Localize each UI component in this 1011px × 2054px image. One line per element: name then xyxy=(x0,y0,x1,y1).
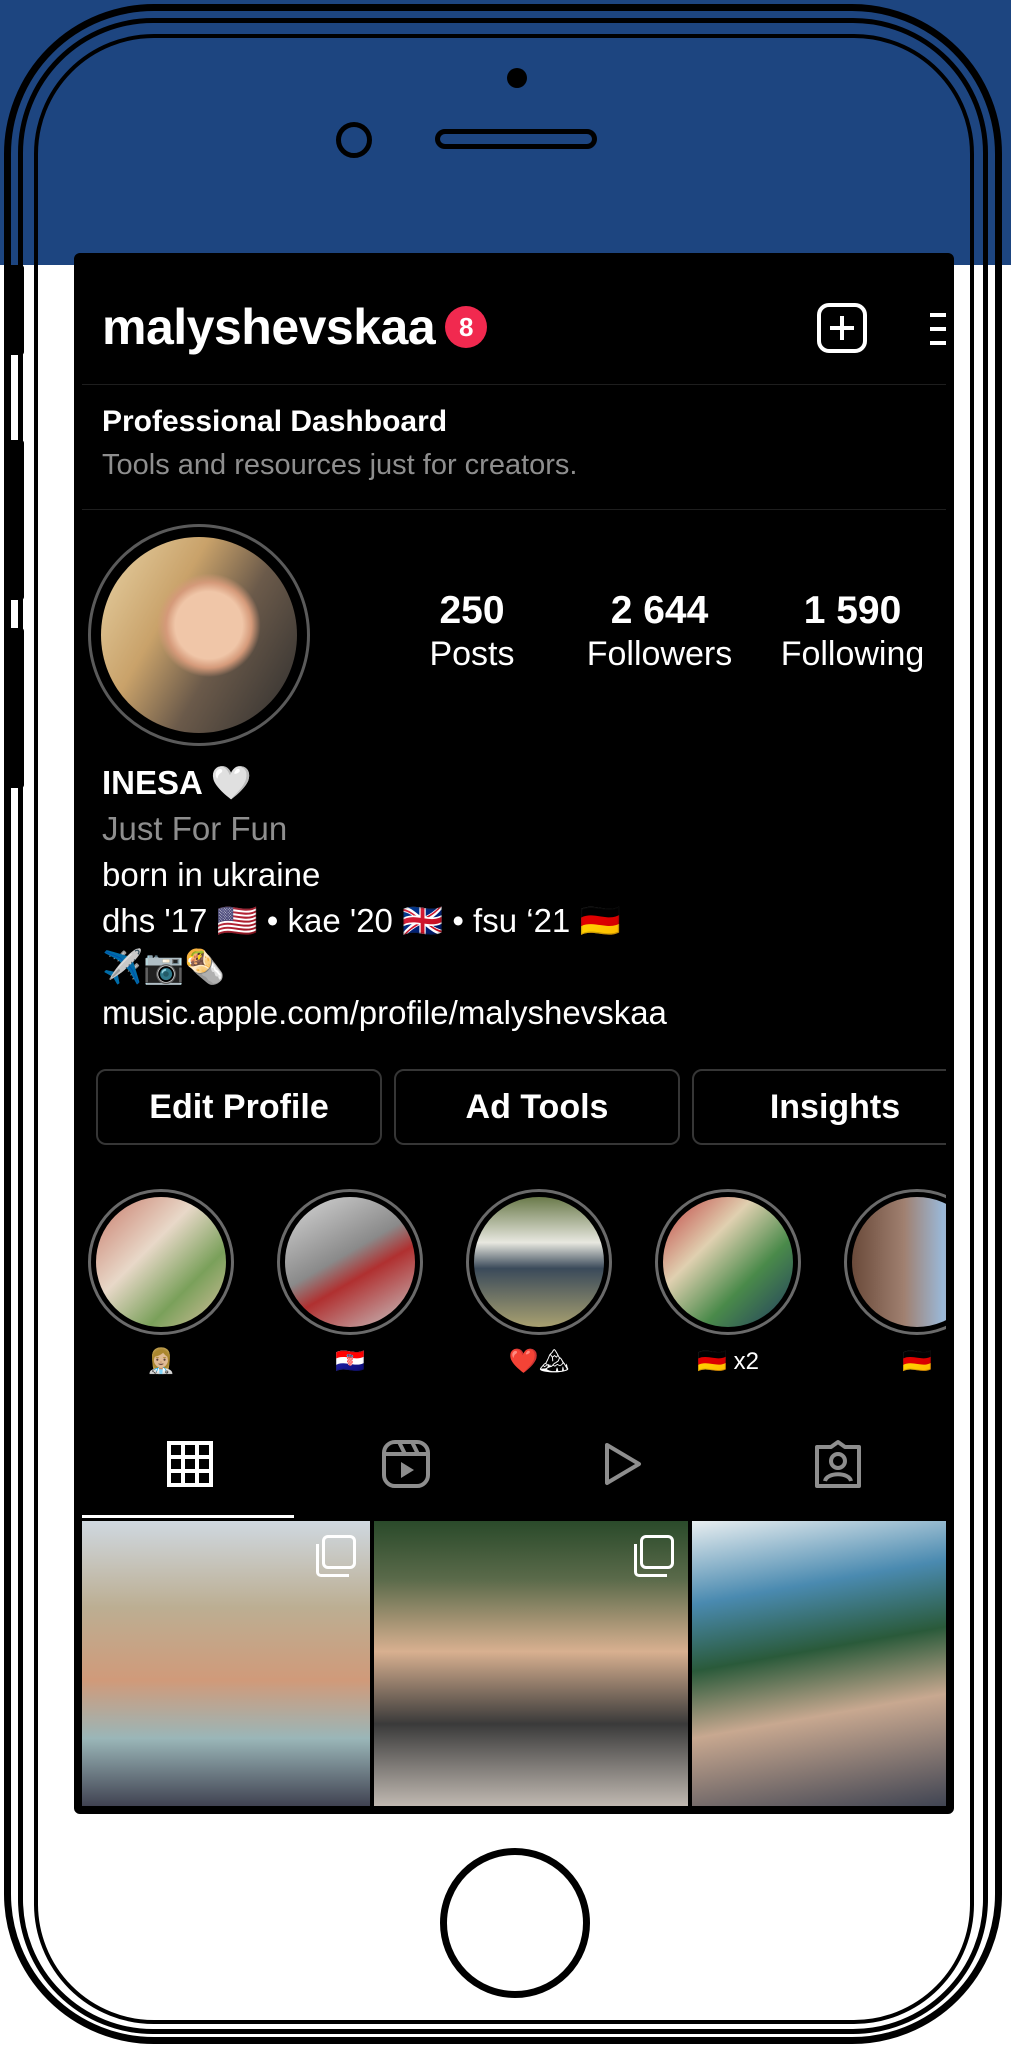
mute-switch xyxy=(8,265,24,355)
earpiece-speaker xyxy=(435,129,597,149)
screen-border xyxy=(74,253,954,1814)
home-button[interactable] xyxy=(440,1848,590,1998)
volume-down-button xyxy=(8,628,24,788)
volume-up-button xyxy=(8,440,24,600)
front-camera xyxy=(507,68,527,88)
proximity-sensor xyxy=(336,122,372,158)
